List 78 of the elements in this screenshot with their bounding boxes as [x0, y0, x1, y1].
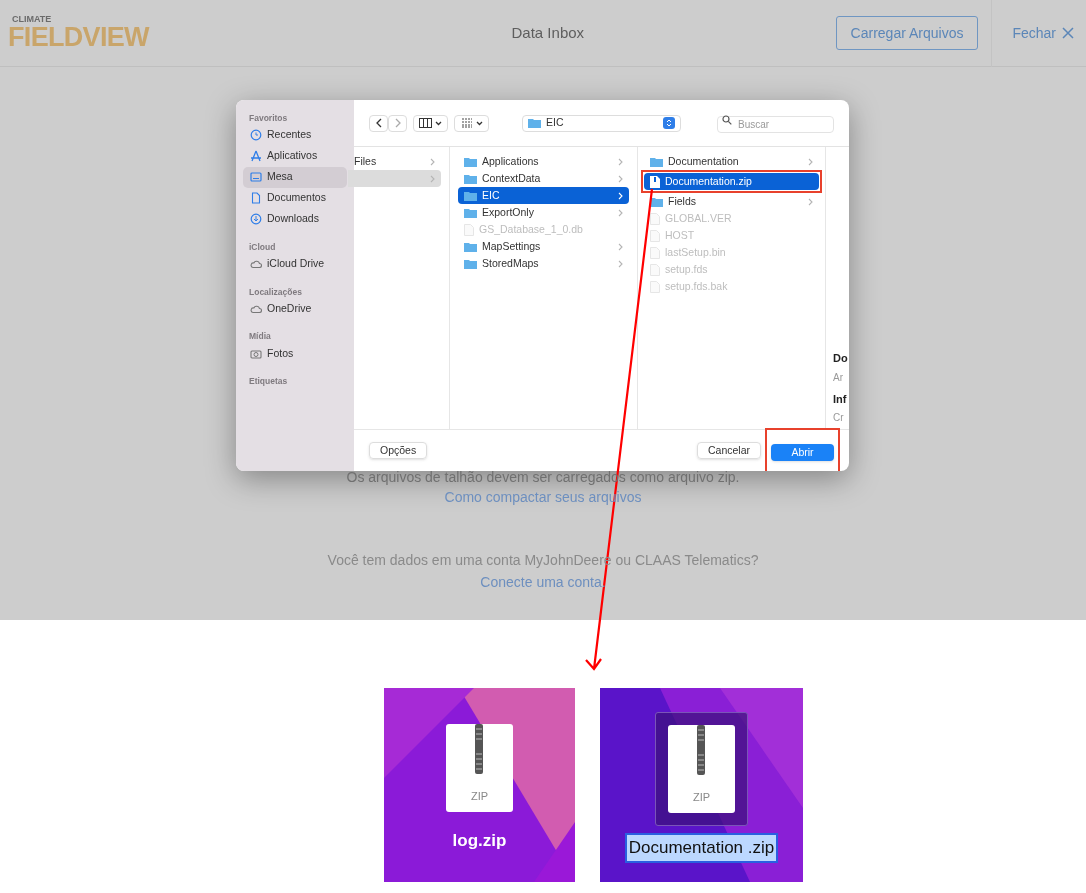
folder-icon [464, 156, 477, 167]
sidebar-item[interactable]: Downloads [243, 208, 347, 230]
preview-text: Cr [833, 411, 845, 425]
document-icon [650, 280, 660, 293]
document-icon [650, 229, 660, 242]
folder-icon [464, 207, 477, 218]
preview-text: Do [833, 351, 849, 366]
group-button[interactable] [454, 114, 489, 132]
apps-icon [250, 150, 262, 163]
zipper-icon [474, 724, 484, 774]
sidebar-item[interactable]: Documentos [243, 187, 347, 209]
caret-icon [435, 120, 442, 126]
back-button[interactable] [369, 114, 388, 132]
logo-caption: CLIMATE [11, 15, 53, 24]
folder-icon [464, 241, 477, 252]
preview-text: Ar [833, 370, 844, 385]
chevron-right-icon [808, 157, 813, 166]
section-heading: Etiquetas [248, 375, 289, 388]
caret-icon [475, 120, 483, 126]
folder-icon [464, 173, 477, 184]
zipper-icon [696, 725, 706, 775]
file-row[interactable]: MapSettings [458, 238, 629, 255]
file-row[interactable]: StoredMaps [458, 255, 629, 272]
search-icon [722, 115, 732, 125]
file-row[interactable]: Applications [458, 153, 629, 170]
grid-icon [460, 118, 473, 128]
document-icon [650, 246, 660, 259]
options-button[interactable]: Opções [369, 442, 428, 459]
file-row[interactable]: Fields [644, 193, 819, 210]
chevron-left-icon [375, 118, 382, 128]
preview-text: Inf [833, 391, 848, 407]
logo-wordmark: FIELDVIEW [8, 24, 151, 51]
chevron-right-icon [808, 197, 813, 206]
monitor-icon [250, 171, 262, 184]
document-icon [650, 263, 660, 276]
clock-icon [250, 129, 262, 142]
document-icon [650, 212, 660, 225]
folder-icon [650, 156, 663, 167]
document-icon [250, 192, 262, 205]
open-button[interactable]: Abrir [771, 443, 834, 461]
section-heading: Mídia [248, 330, 272, 343]
folder-icon [464, 190, 477, 201]
file-name: Documentation .zip [624, 833, 779, 863]
page-title: Data Inbox [511, 22, 585, 43]
cancel-button[interactable]: Cancelar [696, 442, 761, 459]
file-row[interactable]: EIC [458, 187, 629, 204]
section-heading: Favoritos [248, 112, 289, 125]
sidebar-item[interactable]: Recentes [243, 124, 347, 146]
search-field[interactable]: Buscar [717, 116, 834, 133]
folder-icon [528, 118, 541, 128]
columns-icon [419, 118, 432, 128]
cloud-icon [250, 258, 262, 270]
file-row[interactable]: Documentation.zip [644, 173, 819, 190]
file-row[interactable]: Documentation [644, 153, 819, 170]
file-name: log.zip [452, 830, 507, 852]
file-row[interactable]: Files [348, 153, 441, 170]
file-row[interactable]: ContextData [458, 170, 629, 187]
icon-label: ZIP [692, 789, 711, 805]
section-heading: Localizações [248, 285, 303, 299]
download-icon [250, 213, 262, 226]
icon-label: ZIP [470, 788, 489, 804]
section-heading: iCloud [248, 240, 277, 254]
file-row[interactable]: ExportOnly [458, 204, 629, 221]
document-icon [464, 223, 474, 236]
sidebar-item[interactable]: OneDrive [243, 298, 347, 320]
stepper-icon [663, 117, 675, 129]
close-icon [1062, 27, 1074, 39]
chevron-right-icon [394, 118, 401, 128]
document-icon [650, 175, 660, 188]
sidebar-item[interactable]: Fotos [243, 343, 347, 364]
folder-icon [650, 196, 663, 207]
camera-icon [250, 347, 262, 360]
view-button[interactable] [413, 114, 448, 132]
location-popup[interactable]: EIC [522, 114, 681, 132]
sidebar-item[interactable]: iCloud Drive [243, 253, 347, 275]
folder-icon [464, 258, 477, 269]
sidebar-item[interactable]: Mesa [243, 166, 347, 188]
sidebar-item[interactable]: Aplicativos [243, 145, 347, 167]
